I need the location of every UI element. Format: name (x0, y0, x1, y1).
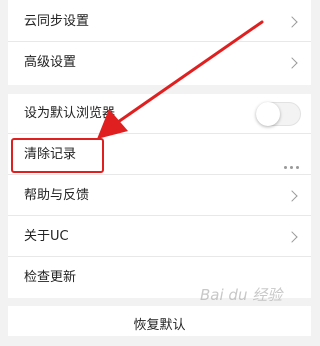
annotation-arrow (97, 20, 264, 139)
watermark: Bai du 经验 (200, 286, 283, 304)
